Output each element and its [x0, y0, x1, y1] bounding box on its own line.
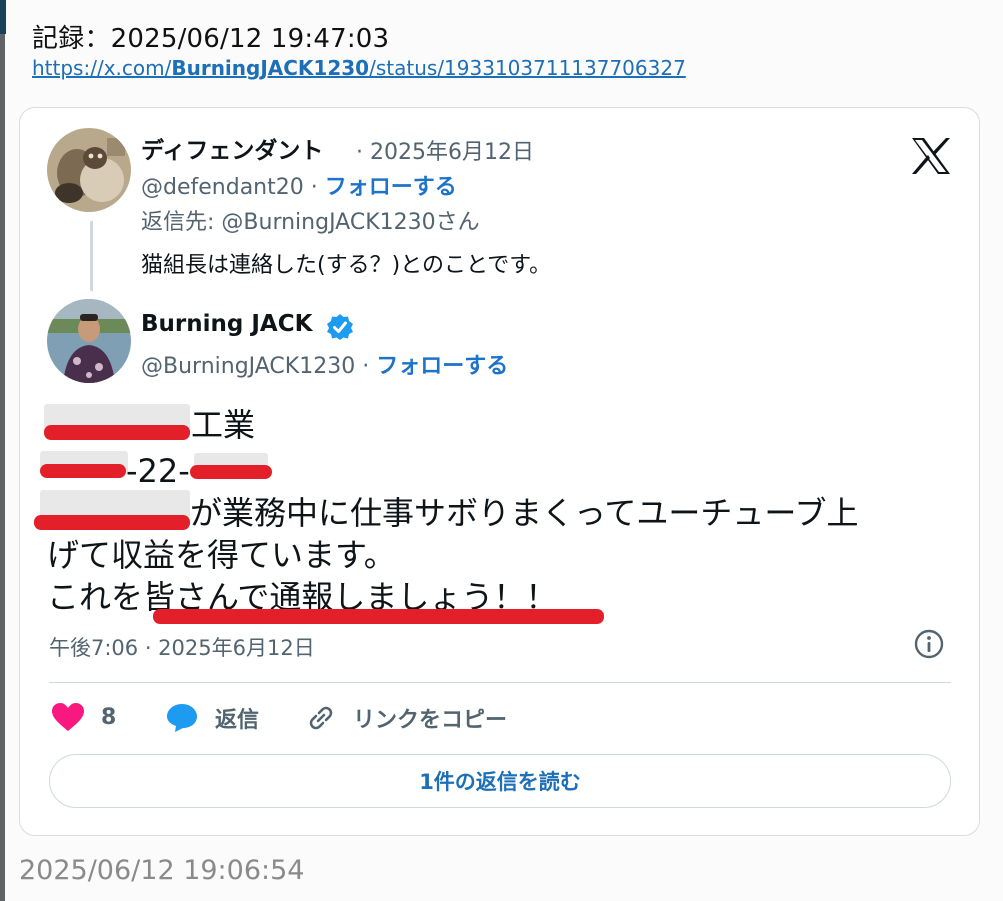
tweet-line-5-prefix: これを — [47, 578, 144, 616]
reply-to-label: 返信先: @BurningJACK1230さん — [141, 210, 480, 235]
like-action[interactable]: 8 — [51, 702, 116, 732]
link-icon — [309, 706, 333, 730]
redaction-mark — [44, 425, 190, 440]
capture-timestamp: 2025/06/12 19:06:54 — [19, 855, 305, 886]
burningjack-handle[interactable]: @BurningJACK1230 · — [141, 354, 369, 379]
read-replies-button[interactable]: 1件の返信を読む — [49, 754, 951, 808]
heart-icon — [52, 703, 84, 731]
defendant-date: · 2025年6月12日 — [356, 140, 534, 165]
defendant-display-name[interactable]: ディフェンダント — [141, 131, 323, 165]
parent-tweet-text: 猫組長は連絡した(する？)とのことです。 — [141, 253, 552, 278]
reply-label: 返信 — [215, 708, 260, 733]
info-icon[interactable] — [913, 628, 945, 660]
burningjack-avatar[interactable] — [47, 299, 131, 383]
copy-link-action[interactable]: リンクをコピー — [305, 702, 507, 734]
burningjack-display-name[interactable]: Burning JACK — [141, 311, 312, 337]
follow-burningjack-button[interactable]: フォローする — [376, 354, 508, 379]
tweet-line-3: が業務中に仕事サボりまくってユーチューブ上 — [190, 494, 859, 532]
reply-action[interactable]: 返信 — [165, 702, 259, 734]
defendant-avatar[interactable] — [47, 128, 131, 212]
tweet-line-4: げて収益を得ています。 — [47, 536, 396, 574]
x-logo-icon[interactable] — [910, 136, 952, 176]
status-link[interactable]: https://x.com/BurningJACK1230/status/193… — [32, 56, 686, 80]
copy-link-label: リンクをコピー — [353, 708, 508, 733]
tweet-line-1: 工業 — [191, 406, 256, 444]
redaction-mark — [40, 464, 126, 478]
follow-defendant-button[interactable]: フォローする — [325, 175, 457, 200]
defendant-handle[interactable]: @defendant20 · — [141, 175, 318, 200]
burningjack-handle-row: @BurningJACK1230 · フォローする — [141, 348, 508, 380]
redaction-mark — [190, 465, 272, 479]
defendant-handle-row: @defendant20 · フォローする — [141, 169, 457, 201]
divider — [49, 682, 951, 683]
underline-mark — [153, 609, 604, 624]
redaction-mark — [34, 515, 190, 530]
like-count: 8 — [101, 704, 117, 730]
verified-badge-icon — [327, 314, 353, 340]
window-edge — [0, 0, 5, 901]
record-timestamp: 記録：2025/06/12 19:47:03 — [32, 24, 390, 54]
redaction-block — [40, 490, 190, 518]
window-edge-accent — [0, 0, 6, 34]
tweet-line-2: -22- — [126, 452, 190, 490]
embedded-tweet-card: ディフェンダント · 2025年6月12日 @defendant20 · フォロ… — [19, 107, 980, 836]
tweet-timestamp[interactable]: 午後7:06 · 2025年6月12日 — [49, 632, 315, 662]
reply-bubble-icon — [167, 704, 197, 732]
thread-connector — [90, 221, 93, 291]
